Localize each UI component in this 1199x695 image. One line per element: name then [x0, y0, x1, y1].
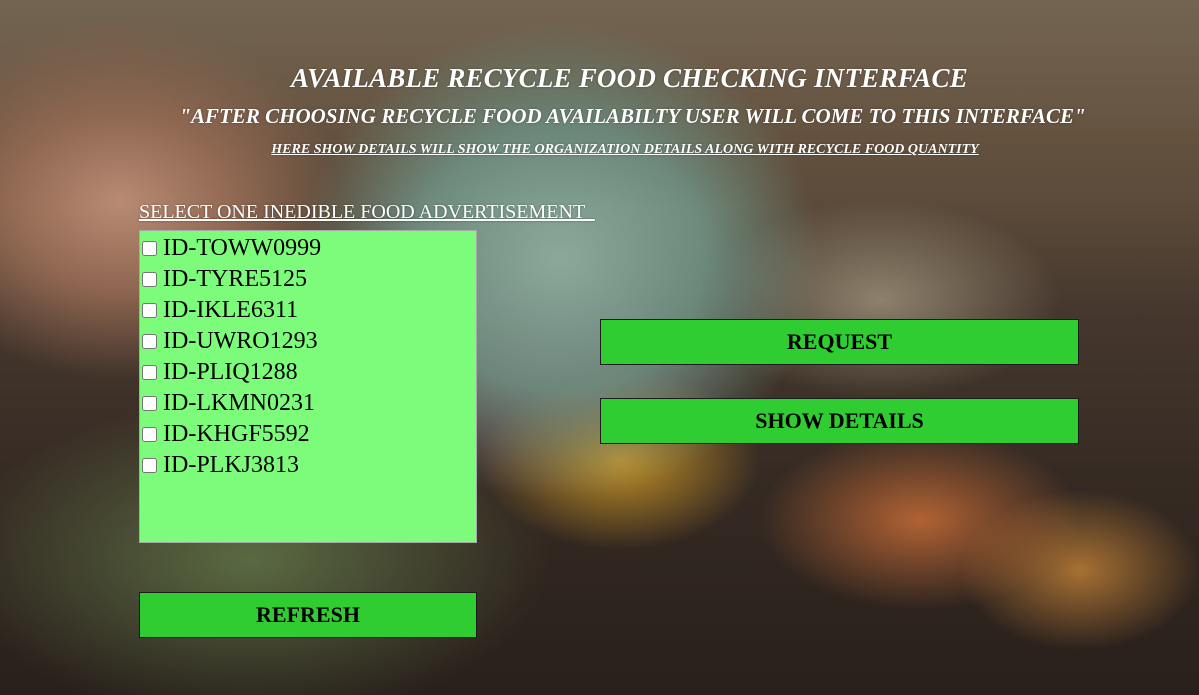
list-item[interactable]: ID-PLKJ3813: [140, 450, 476, 481]
list-item[interactable]: ID-IKLE6311: [140, 295, 476, 326]
page-note: HERE SHOW DETAILS WILL SHOW THE ORGANIZA…: [271, 142, 979, 157]
list-item[interactable]: ID-TYRE5125: [140, 264, 476, 295]
list-item-checkbox[interactable]: [142, 365, 157, 380]
request-button[interactable]: REQUEST: [600, 319, 1079, 365]
list-item-checkbox[interactable]: [142, 458, 157, 473]
show-details-button[interactable]: SHOW DETAILS: [600, 398, 1079, 444]
list-item-label: ID-KHGF5592: [163, 421, 310, 447]
list-item-label: ID-TYRE5125: [163, 266, 307, 292]
list-item[interactable]: ID-UWRO1293: [140, 326, 476, 357]
list-item-label: ID-LKMN0231: [163, 390, 315, 416]
list-item-label: ID-PLIQ1288: [163, 359, 298, 385]
page-title: AVAILABLE RECYCLE FOOD CHECKING INTERFAC…: [291, 63, 968, 93]
list-item[interactable]: ID-LKMN0231: [140, 388, 476, 419]
list-item[interactable]: ID-PLIQ1288: [140, 357, 476, 388]
advertisement-list[interactable]: ID-TOWW0999 ID-TYRE5125 ID-IKLE6311 ID-U…: [139, 230, 477, 543]
list-item-label: ID-IKLE6311: [163, 297, 299, 323]
list-item[interactable]: ID-TOWW0999: [140, 233, 476, 264]
list-item-checkbox[interactable]: [142, 427, 157, 442]
advertisement-list-label: SELECT ONE INEDIBLE FOOD ADVERTISEMENT: [139, 201, 595, 223]
list-item-checkbox[interactable]: [142, 303, 157, 318]
list-item[interactable]: ID-KHGF5592: [140, 419, 476, 450]
list-item-checkbox[interactable]: [142, 396, 157, 411]
list-item-label: ID-PLKJ3813: [163, 452, 299, 478]
list-item-label: ID-TOWW0999: [163, 235, 322, 261]
list-item-label: ID-UWRO1293: [163, 328, 318, 354]
list-item-checkbox[interactable]: [142, 272, 157, 287]
list-item-checkbox[interactable]: [142, 334, 157, 349]
page-subtitle: "AFTER CHOOSING RECYCLE FOOD AVAILABILTY…: [179, 104, 1086, 128]
list-item-checkbox[interactable]: [142, 241, 157, 256]
refresh-button[interactable]: REFRESH: [139, 592, 477, 638]
